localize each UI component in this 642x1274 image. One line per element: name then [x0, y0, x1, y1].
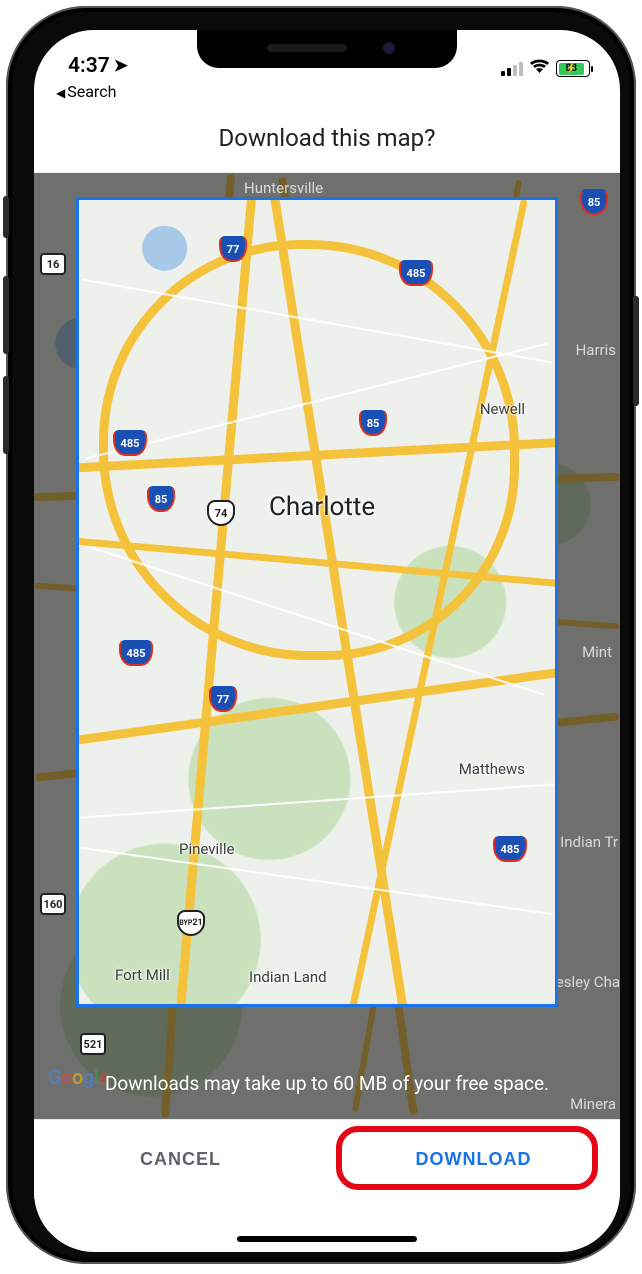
- cell-signal-icon: [501, 61, 523, 76]
- dialog-actions: CANCEL DOWNLOAD: [34, 1119, 620, 1199]
- download-size-hint: Downloads may take up to 60 MB of your f…: [34, 1071, 620, 1097]
- screen: 4:37 ➤ 88 ⚡ ◀Search: [34, 30, 620, 1252]
- battery-icon: 88 ⚡: [556, 60, 590, 77]
- route-16-shield: 16: [40, 253, 66, 275]
- location-icon: ➤: [114, 56, 128, 76]
- interstate-85-shield-outside: 85: [580, 189, 608, 215]
- route-160-shield: 160: [40, 893, 66, 915]
- map-label-matthews: Matthews: [459, 760, 525, 778]
- mute-switch: [3, 196, 9, 238]
- map-label-indian-land: Indian Land: [249, 968, 327, 986]
- interstate-77-shield: 77: [219, 236, 247, 262]
- breadcrumb-back[interactable]: ◀Search: [34, 78, 620, 103]
- phone-frame: 4:37 ➤ 88 ⚡ ◀Search: [6, 6, 636, 1264]
- map-label-fort-mill: Fort Mill: [115, 966, 170, 984]
- byp-21-shield: BYP21: [177, 910, 205, 936]
- route-521-shield: 521: [80, 1033, 106, 1055]
- wifi-icon: [529, 59, 550, 78]
- map-label-newell: Newell: [480, 400, 525, 418]
- cancel-button[interactable]: CANCEL: [34, 1120, 327, 1199]
- volume-up-button: [3, 276, 9, 354]
- dialog-title: Download this map?: [219, 124, 436, 152]
- interstate-85-shield-a: 85: [359, 410, 387, 436]
- interstate-485-shield-sw: 485: [119, 640, 153, 666]
- interstate-85-shield-b: 85: [147, 486, 175, 512]
- interstate-485-shield-se: 485: [493, 836, 527, 862]
- map-viewport[interactable]: Huntersville Harris Mint Indian Tr Wesle…: [34, 173, 620, 1119]
- interstate-77-shield-s: 77: [209, 686, 237, 712]
- map-label-harris: Harris: [576, 341, 616, 359]
- home-indicator[interactable]: [237, 1236, 417, 1242]
- volume-down-button: [3, 376, 9, 454]
- map-label-charlotte: Charlotte: [269, 492, 375, 522]
- map-label-indian-trail: Indian Tr: [560, 833, 618, 851]
- interstate-485-shield-w: 485: [113, 430, 147, 456]
- map-label-mineral: Minera: [570, 1095, 616, 1113]
- back-chevron-icon: ◀: [56, 86, 65, 100]
- status-time: 4:37: [68, 54, 110, 78]
- download-button[interactable]: DOWNLOAD: [327, 1120, 620, 1199]
- map-label-pineville: Pineville: [179, 840, 234, 858]
- notch: [197, 30, 457, 68]
- dialog-header: Download this map?: [34, 103, 620, 173]
- back-label: Search: [67, 82, 116, 101]
- map-label-huntersville: Huntersville: [244, 179, 323, 197]
- interstate-485-shield-n: 485: [399, 260, 433, 286]
- selection-box[interactable]: Charlotte Newell Matthews Pineville Indi…: [76, 197, 558, 1007]
- map-label-mint: Mint: [582, 643, 612, 661]
- power-button: [633, 296, 639, 406]
